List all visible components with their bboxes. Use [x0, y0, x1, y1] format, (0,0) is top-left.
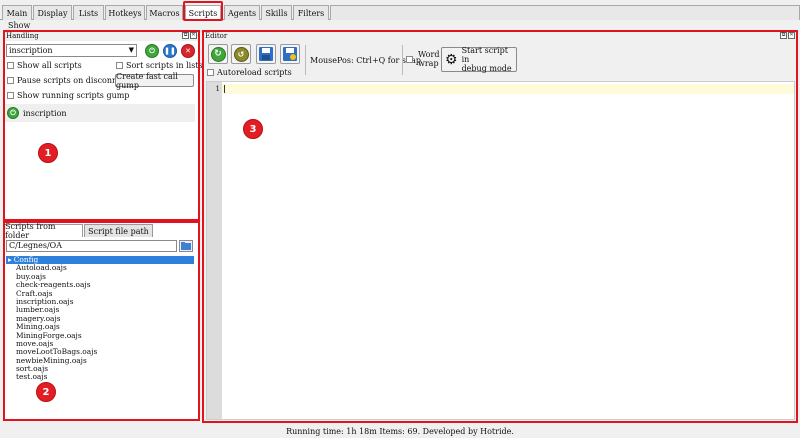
- folder-path-field[interactable]: C/Legnes/OA: [6, 240, 177, 252]
- save-button[interactable]: [256, 44, 276, 64]
- tab-script-file-path[interactable]: Script file path: [84, 224, 153, 237]
- line-number: 1: [215, 85, 220, 93]
- start-debug-button[interactable]: ⚙ Start script in debug mode: [441, 46, 517, 73]
- pause-on-disconnect-label: Pause scripts on disconnect: [17, 76, 130, 85]
- close-icon[interactable]: ✕: [190, 32, 197, 39]
- load-script-button[interactable]: ↺: [231, 44, 251, 64]
- load-icon: ↺: [233, 46, 249, 62]
- browse-folder-button[interactable]: [179, 240, 193, 252]
- editor-title: Editor ⧉ ✕: [203, 31, 797, 41]
- handling-title: Handling ⧉ ✕: [4, 31, 199, 41]
- create-fast-call-button[interactable]: Create fast call gump: [115, 72, 194, 90]
- undock-icon[interactable]: ⧉: [182, 32, 189, 39]
- script-combo[interactable]: inscription ▼: [6, 44, 137, 57]
- undock-icon[interactable]: ⧉: [780, 32, 787, 39]
- checkbox-box: [116, 62, 123, 69]
- pause-script-icon[interactable]: ❚❚: [163, 44, 177, 58]
- tab-filters[interactable]: Filters: [293, 5, 329, 20]
- start-debug-line1: Start script in: [461, 46, 508, 64]
- tab-macros[interactable]: Macros: [146, 5, 183, 20]
- show-all-scripts-label: Show all scripts: [17, 61, 82, 70]
- word-wrap-label: Word wrap: [418, 50, 439, 68]
- checkbox-box: [7, 92, 14, 99]
- annotation-badge-3: 3: [243, 119, 263, 139]
- autoreload-label: Autoreload scripts: [217, 68, 292, 77]
- close-icon[interactable]: ✕: [788, 32, 795, 39]
- tab-bar-filler: [330, 5, 800, 20]
- list-item[interactable]: test.oajs: [6, 373, 194, 382]
- sort-scripts-checkbox[interactable]: Sort scripts in lists: [116, 61, 203, 70]
- refresh-icon: ↻: [210, 46, 226, 62]
- toolbar-separator: [402, 45, 403, 75]
- word-wrap-checkbox[interactable]: [406, 56, 413, 63]
- tab-agents[interactable]: Agents: [224, 5, 260, 20]
- chevron-right-icon: ▸: [8, 255, 12, 264]
- text-caret: [224, 85, 225, 93]
- autoreload-checkbox[interactable]: Autoreload scripts: [207, 68, 292, 77]
- running-script-icon: ⏻: [7, 107, 19, 119]
- tab-main[interactable]: Main: [2, 5, 32, 20]
- show-menu[interactable]: Show: [8, 21, 30, 30]
- current-line-highlight: [222, 84, 794, 94]
- mousepos-label: MousePos: Ctrl+Q for snap: [310, 56, 422, 65]
- word-wrap-label-line2: wrap: [418, 59, 439, 68]
- folder-icon: [181, 242, 191, 250]
- tab-skills[interactable]: Skills: [261, 5, 292, 20]
- script-editor[interactable]: 1: [206, 81, 795, 420]
- tab-display[interactable]: Display: [33, 5, 72, 20]
- main-tab-bar: Main Display Lists Hotkeys Macros Script…: [0, 5, 800, 21]
- tab-scripts-from-folder[interactable]: Scripts from folder: [4, 222, 83, 240]
- editor-window-buttons: ⧉ ✕: [780, 32, 795, 39]
- chevron-down-icon: ▼: [128, 46, 134, 54]
- show-running-gump-label: Show running scripts gump: [17, 91, 130, 100]
- line-number-gutter: 1: [207, 82, 222, 419]
- tab-lists[interactable]: Lists: [73, 5, 104, 20]
- word-wrap-label-line1: Word: [418, 50, 440, 59]
- gear-icon: ⚙: [445, 51, 458, 68]
- save-as-button[interactable]: [280, 44, 300, 64]
- save-as-icon: [283, 47, 297, 61]
- tab-hotkeys[interactable]: Hotkeys: [105, 5, 145, 20]
- handling-window-buttons: ⧉ ✕: [182, 32, 197, 39]
- start-debug-label: Start script in debug mode: [462, 46, 516, 73]
- annotation-badge-1: 1: [38, 143, 58, 163]
- toolbar-separator: [305, 45, 306, 75]
- annotation-badge-2: 2: [36, 382, 56, 402]
- checkbox-box: [7, 62, 14, 69]
- running-script-item[interactable]: ⏻ inscription: [5, 104, 195, 122]
- show-running-gump-checkbox[interactable]: Show running scripts gump: [7, 91, 129, 100]
- handling-title-text: Handling: [6, 32, 39, 40]
- handling-panel: Handling ⧉ ✕: [4, 31, 199, 220]
- checkbox-box: [7, 77, 14, 84]
- stop-script-icon[interactable]: ✕: [181, 44, 195, 58]
- start-debug-line2: debug mode: [461, 64, 512, 73]
- show-all-scripts-checkbox[interactable]: Show all scripts: [7, 61, 82, 70]
- checkbox-box: [406, 56, 413, 63]
- reload-script-button[interactable]: ↻: [208, 44, 228, 64]
- running-script-name: inscription: [23, 108, 67, 118]
- checkbox-box: [207, 69, 214, 76]
- save-icon: [259, 47, 273, 61]
- script-file-list: ▸ Config Autoload.oajs buy.oajs check-re…: [6, 255, 194, 382]
- editor-title-text: Editor: [205, 32, 228, 40]
- script-combo-value: inscription: [9, 46, 53, 55]
- run-script-icon[interactable]: ⏻: [145, 44, 159, 58]
- status-bar: Running time: 1h 18m Items: 69. Develope…: [286, 427, 514, 436]
- pause-on-disconnect-checkbox[interactable]: Pause scripts on disconnect: [7, 76, 130, 85]
- sort-scripts-label: Sort scripts in lists: [126, 61, 203, 70]
- scripts-tab-highlight: [183, 1, 223, 21]
